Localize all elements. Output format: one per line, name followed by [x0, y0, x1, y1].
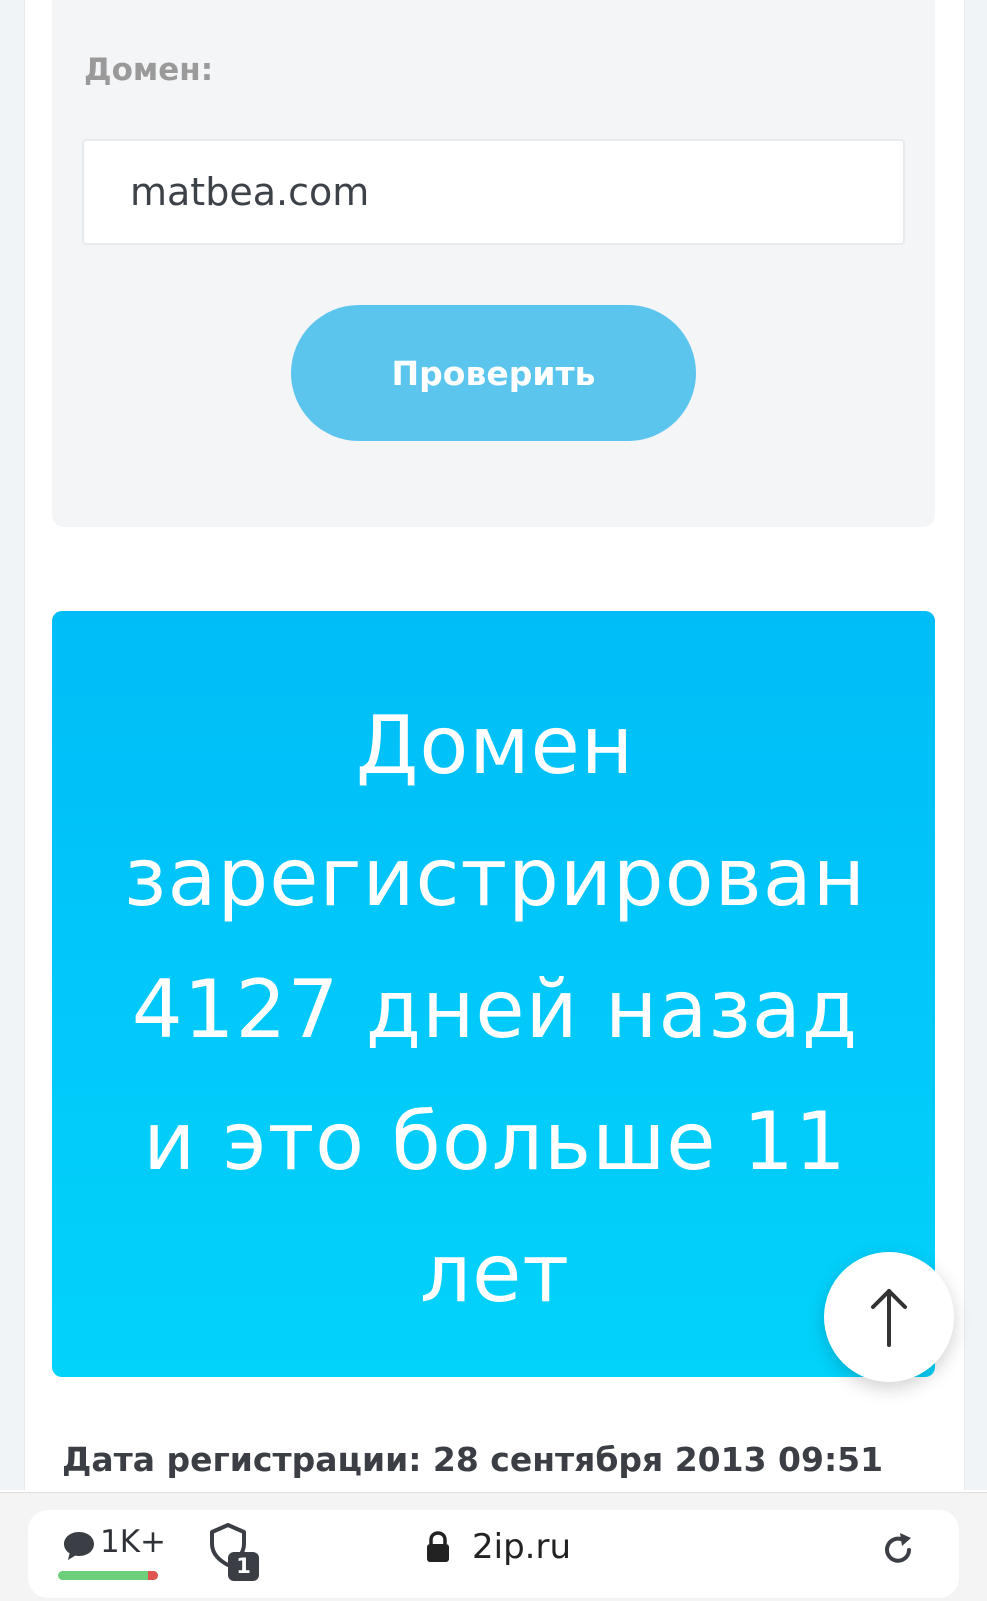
registration-date: Дата регистрации: 28 сентября 2013 09:51	[62, 1440, 884, 1479]
rating-bar	[58, 1571, 158, 1580]
result-line: 4127 дней назад	[131, 963, 859, 1056]
result-line: Домен	[355, 699, 635, 792]
domain-label: Домен:	[84, 52, 214, 88]
comments-count[interactable]: 1K+	[100, 1524, 166, 1560]
domain-input[interactable]	[82, 139, 905, 245]
result-line: зарегистрирован	[123, 831, 867, 924]
check-button[interactable]: Проверить	[291, 305, 696, 441]
result-line: и это больше 11	[143, 1095, 847, 1188]
lock-icon	[427, 1531, 449, 1562]
rating-bar-bad-part	[148, 1571, 158, 1580]
result-text: Домен зарегистрирован 4127 дней назад и …	[90, 680, 900, 1340]
scroll-to-top-button[interactable]	[824, 1252, 954, 1382]
arrow-up-icon	[871, 1289, 907, 1347]
reload-icon[interactable]	[878, 1530, 918, 1570]
url-text[interactable]: 2ip.ru	[472, 1527, 571, 1567]
result-line: лет	[420, 1227, 570, 1320]
page-margin-right	[964, 0, 987, 1490]
tabs-badge: 1	[228, 1552, 259, 1581]
page-margin-left	[0, 0, 25, 1490]
comment-bubble-icon[interactable]	[62, 1530, 96, 1562]
